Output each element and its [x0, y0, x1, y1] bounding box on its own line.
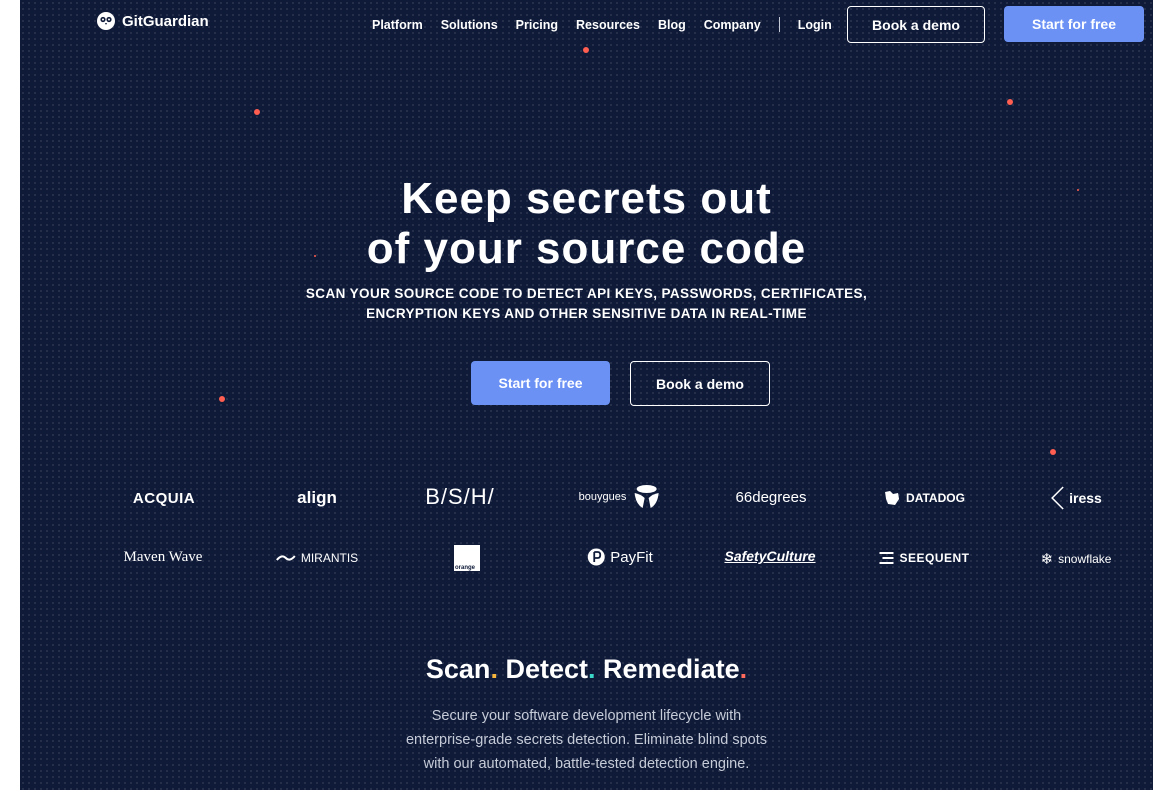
nav-link-resources[interactable]: Resources	[576, 18, 640, 32]
decorative-dot	[219, 396, 225, 402]
customer-logo-mirantis: MIRANTIS	[276, 551, 358, 565]
customer-logo-align: align	[297, 488, 337, 507]
customer-logo-bsh: B/S/H/	[425, 484, 495, 509]
landing-page: GitGuardian Platform Solutions Pricing R…	[20, 0, 1153, 790]
nav-link-solutions[interactable]: Solutions	[441, 18, 498, 32]
section-title-dot-3: .	[739, 654, 748, 684]
customer-logo-snowflake: ❄ snowflake	[1040, 551, 1112, 568]
nav-link-pricing[interactable]: Pricing	[516, 18, 558, 32]
section-title-dot-2: .	[588, 654, 596, 684]
customer-logo-seequent: SEEQUENT	[878, 551, 969, 565]
nav-link-blog[interactable]: Blog	[658, 18, 686, 32]
nav-links: Platform Solutions Pricing Resources Blo…	[372, 17, 850, 32]
decorative-dot	[1050, 449, 1056, 455]
owl-icon	[97, 12, 115, 30]
section-title-detect: Detect	[505, 654, 588, 684]
hero-subtitle: SCAN YOUR SOURCE CODE TO DETECT API KEYS…	[20, 284, 1153, 324]
nav-link-login[interactable]: Login	[798, 18, 832, 32]
orange-square-icon: orange	[454, 545, 480, 571]
hero-title-line2: of your source code	[366, 224, 807, 273]
decorative-dot	[254, 109, 260, 115]
nav-link-company[interactable]: Company	[704, 18, 761, 32]
section-description-line2: enterprise-grade secrets detection. Elim…	[405, 732, 768, 748]
customer-logo-66degrees: 66degrees	[735, 489, 807, 506]
section-title-remediate: Remediate	[603, 654, 740, 684]
hero-book-demo-button[interactable]: Book a demo	[630, 361, 770, 406]
customer-logo-mavenwave: Maven Wave	[123, 549, 203, 565]
section-description-line3: with our automated, battle-tested detect…	[423, 756, 750, 772]
top-nav: GitGuardian Platform Solutions Pricing R…	[20, 0, 1153, 48]
hero-title: Keep secrets out of your source code	[20, 174, 1153, 274]
nav-book-demo-button[interactable]: Book a demo	[847, 6, 985, 43]
customer-logo-bouygues: bouygues	[579, 484, 662, 510]
section-title: Scan. Detect. Remediate.	[20, 654, 1153, 685]
payfit-p-icon	[587, 548, 605, 566]
customer-logo-iress: iress	[1050, 485, 1102, 511]
customer-logo-safetyculture: SafetyCulture	[724, 548, 816, 564]
brand-logo[interactable]: GitGuardian	[96, 11, 209, 31]
brand-name: GitGuardian	[122, 12, 209, 30]
iress-chevron-icon	[1051, 486, 1064, 510]
customer-logo-payfit: PayFit	[587, 548, 653, 566]
hero-start-free-button[interactable]: Start for free	[471, 361, 610, 405]
customer-logo-orange: orange	[454, 545, 480, 571]
bouygues-mark-icon	[634, 485, 659, 508]
hero-subtitle-line1: SCAN YOUR SOURCE CODE TO DETECT API KEYS…	[305, 286, 868, 301]
hero-subtitle-line2: ENCRYPTION KEYS AND OTHER SENSITIVE DATA…	[366, 306, 807, 321]
nav-start-free-button[interactable]: Start for free	[1004, 6, 1144, 42]
seequent-lines-icon	[879, 552, 894, 564]
section-description-line1: Secure your software development lifecyc…	[431, 708, 742, 724]
decorative-dot	[1007, 99, 1013, 105]
section-description: Secure your software development lifecyc…	[20, 704, 1153, 776]
customer-logo-acquia: ACQUIA	[132, 490, 196, 507]
mirantis-wave-icon	[276, 555, 296, 561]
customer-logo-datadog: DATADOG	[883, 489, 965, 507]
nav-link-platform[interactable]: Platform	[372, 18, 423, 32]
dog-icon	[885, 491, 900, 505]
hero-title-line1: Keep secrets out	[401, 174, 772, 223]
nav-divider	[778, 17, 780, 32]
section-title-dot-1: .	[490, 654, 498, 684]
section-title-scan: Scan	[425, 654, 491, 684]
snowflake-icon: ❄	[1040, 551, 1054, 568]
